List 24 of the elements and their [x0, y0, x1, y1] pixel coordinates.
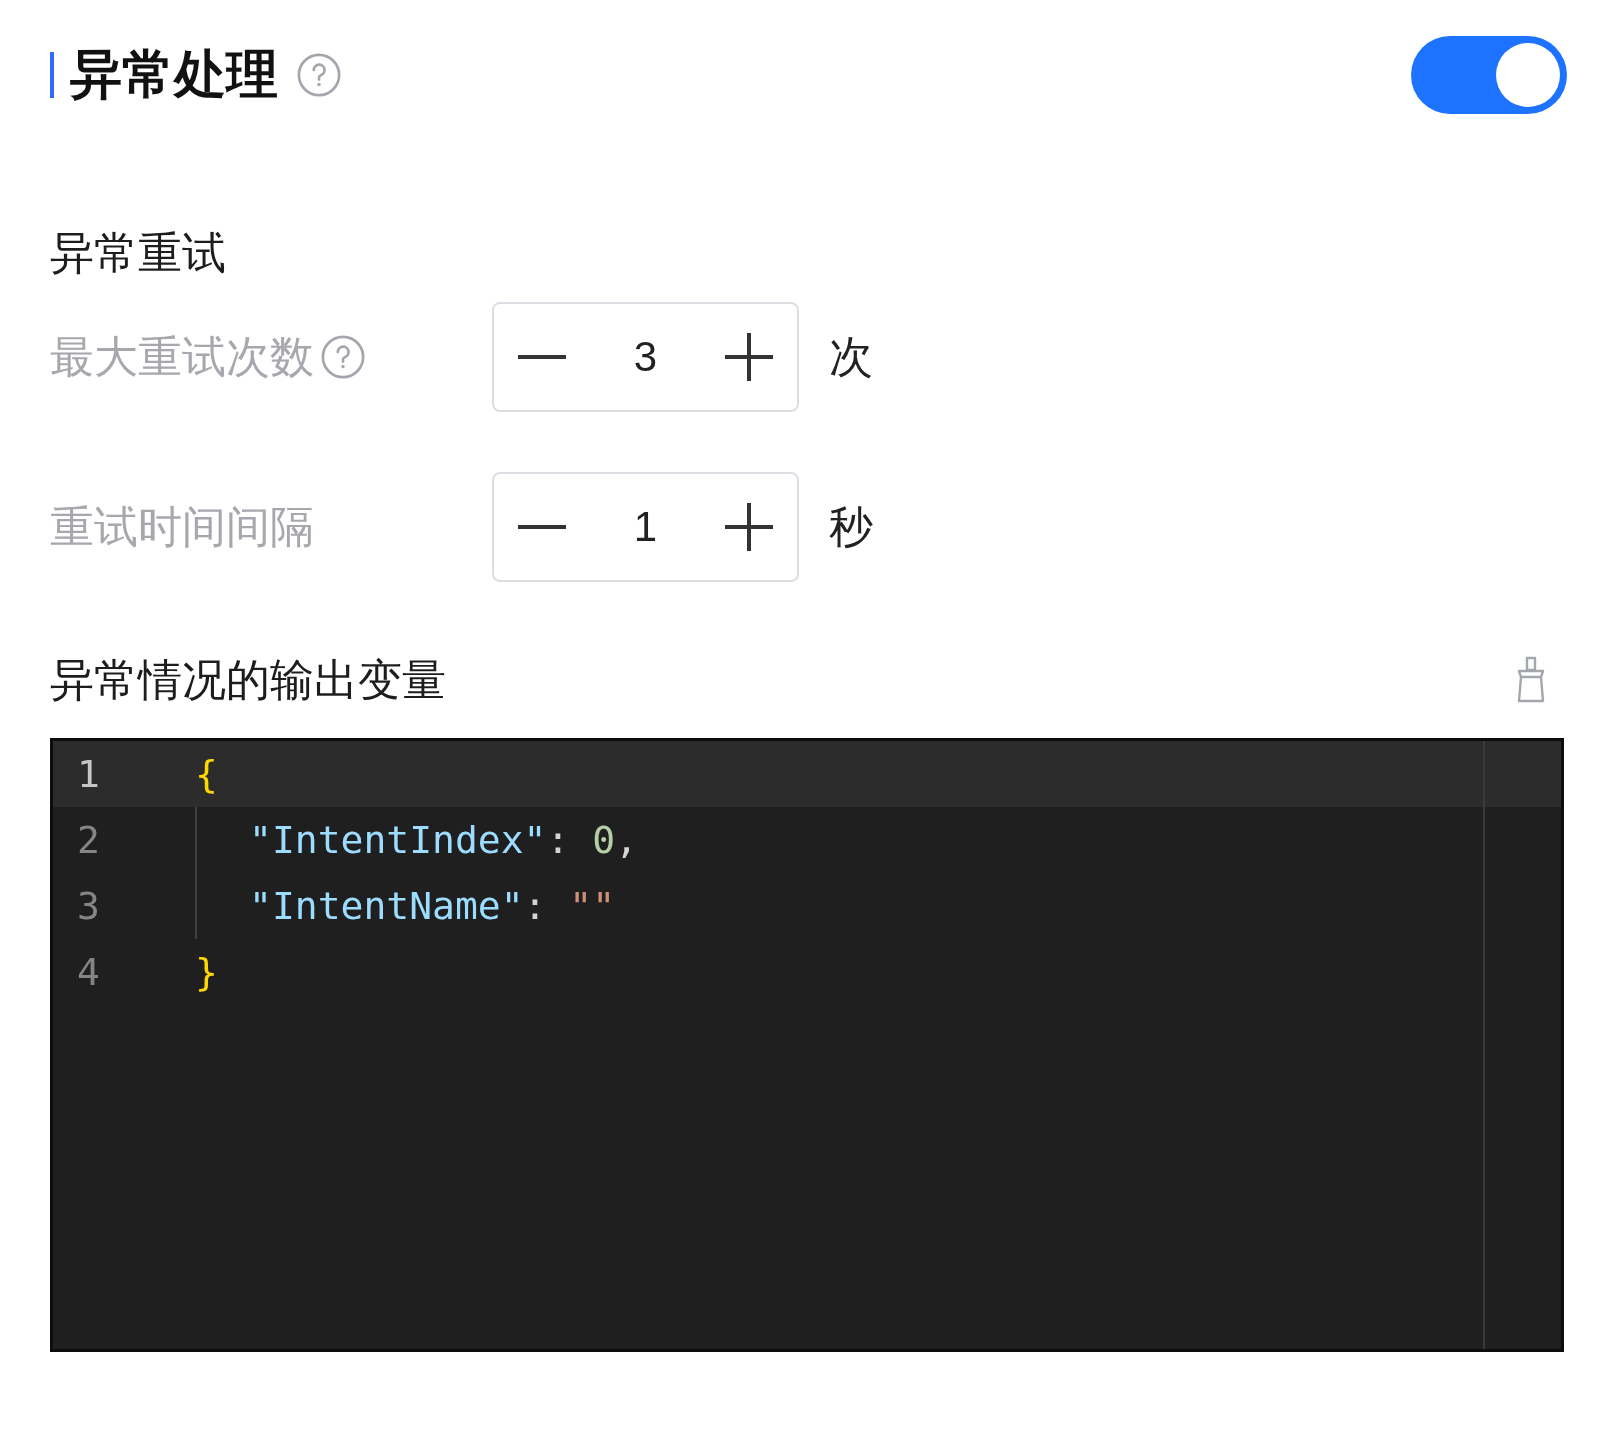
subsection-title: 异常情况的输出变量 — [50, 653, 446, 706]
plus-icon — [725, 503, 773, 551]
help-icon[interactable] — [296, 52, 342, 98]
plus-icon — [725, 333, 773, 381]
line-number: 4 — [76, 950, 101, 994]
unit-label: 秒 — [829, 500, 873, 553]
subsection-title: 异常重试 — [50, 227, 227, 279]
line-number: 1 — [76, 752, 101, 796]
code-line: "IntentName": "" — [249, 884, 616, 928]
field-label: 最大重试次数 — [50, 330, 314, 383]
code-line: { — [195, 752, 218, 796]
section-title: 异常处理 — [70, 44, 278, 105]
code-line: } — [195, 950, 218, 994]
field-label: 重试时间间隔 — [50, 500, 314, 553]
code-editor[interactable]: 1 { 2 "IntentIndex": 0, 3 "IntentName": "" 4 } — [50, 738, 1564, 1352]
help-icon[interactable] — [320, 334, 366, 380]
line-number: 3 — [76, 884, 101, 928]
unit-label: 次 — [829, 330, 873, 383]
code-line: "IntentIndex": 0, — [249, 818, 638, 862]
stepper-value: 3 — [632, 333, 659, 381]
stepper-value: 1 — [632, 503, 659, 551]
minus-icon — [518, 355, 566, 359]
minus-icon — [518, 525, 566, 529]
line-number: 2 — [76, 818, 101, 862]
